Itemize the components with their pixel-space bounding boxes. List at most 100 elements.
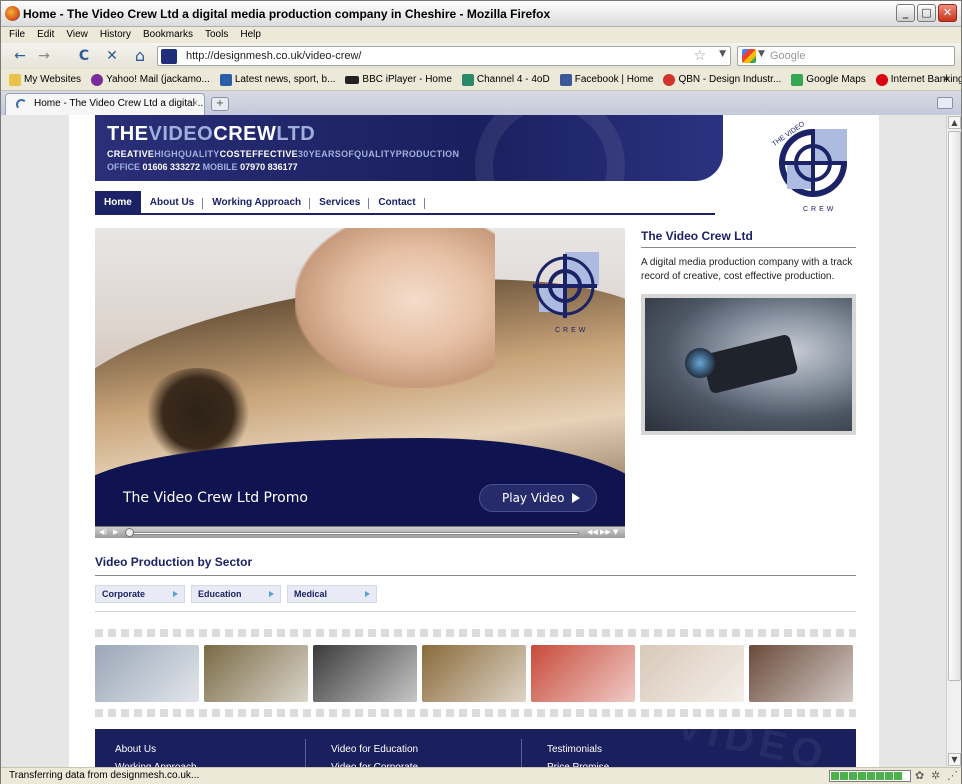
- footer-divider: [305, 739, 306, 767]
- search-box[interactable]: ▼ Google: [737, 46, 955, 66]
- bookmark-item[interactable]: My Websites: [9, 73, 81, 86]
- nav-services[interactable]: Services: [310, 191, 370, 213]
- footer-link-about[interactable]: About Us: [115, 741, 315, 759]
- bookmark-item[interactable]: Facebook | Home: [559, 73, 653, 86]
- bookmarks-overflow-button[interactable]: »: [943, 73, 949, 84]
- menu-edit[interactable]: Edit: [37, 27, 54, 43]
- new-tab-button[interactable]: +: [211, 97, 229, 111]
- nav-contact[interactable]: Contact: [369, 191, 425, 213]
- menu-bookmarks[interactable]: Bookmarks: [143, 27, 193, 43]
- home-button[interactable]: ⌂: [129, 46, 151, 66]
- url-text[interactable]: http://designmesh.co.uk/video-crew/: [186, 50, 361, 62]
- loading-spinner-icon: [16, 99, 27, 110]
- camera-shape: [701, 333, 799, 395]
- bookmark-item[interactable]: Channel 4 - 4oD: [461, 73, 550, 86]
- frame-clapper[interactable]: [640, 645, 744, 702]
- window-title: Home - The Video Crew Ltd a digital medi…: [23, 7, 551, 21]
- channel4-icon: [461, 73, 474, 86]
- qbn-icon: [663, 73, 676, 86]
- frame-puppet[interactable]: [531, 645, 635, 702]
- back-button[interactable]: ←: [9, 46, 31, 66]
- hero-tree-image: [143, 368, 253, 458]
- nav-working-approach[interactable]: Working Approach: [203, 191, 311, 213]
- site-tagline: CREATIVEHIGHQUALITYCOSTEFFECTIVE30YEARSO…: [107, 149, 460, 159]
- nav-home[interactable]: Home: [95, 191, 141, 213]
- reload-button[interactable]: C: [73, 46, 95, 66]
- resize-grip-icon[interactable]: ⋰: [947, 770, 960, 782]
- bookmark-item[interactable]: BBC iPlayer - Home: [345, 74, 452, 85]
- load-progress-bar: [829, 770, 911, 782]
- footer-link-testimonials[interactable]: Testimonials: [547, 741, 747, 759]
- frame-outdoor[interactable]: [749, 645, 853, 702]
- seek-handle[interactable]: [125, 528, 134, 537]
- play-video-button[interactable]: Play Video: [479, 484, 597, 512]
- menu-file[interactable]: File: [9, 27, 25, 43]
- frame-camera[interactable]: [313, 645, 417, 702]
- minimize-button[interactable]: _: [896, 4, 915, 22]
- forward-icon[interactable]: ▶▶: [600, 527, 611, 538]
- page-viewport[interactable]: THEVIDEOCREWLTD CREATIVEHIGHQUALITYCOSTE…: [1, 115, 946, 767]
- firebug-icon[interactable]: ✲: [931, 770, 944, 782]
- menu-help[interactable]: Help: [240, 27, 261, 43]
- forward-button[interactable]: →: [33, 46, 55, 66]
- site-footer: VIDEO About Us Working Approach Video fo…: [95, 729, 856, 767]
- bookmarks-toolbar: My Websites Yahoo! Mail (jackamo... Late…: [1, 69, 961, 91]
- filmstrip: [95, 629, 856, 717]
- menu-icon[interactable]: ▼: [613, 527, 618, 538]
- maximize-button[interactable]: □: [917, 4, 936, 22]
- hsbc-icon: [875, 73, 888, 86]
- google-icon[interactable]: [742, 49, 756, 63]
- menu-history[interactable]: History: [100, 27, 131, 43]
- video-controls[interactable]: ◀) ▶ ◀◀ ▶▶ ▼: [95, 526, 625, 538]
- bookmark-item[interactable]: Yahoo! Mail (jackamo...: [91, 73, 210, 86]
- stop-button[interactable]: ✕: [101, 46, 123, 66]
- tab-home[interactable]: Home - The Video Crew Ltd a digital ... …: [5, 93, 205, 115]
- promo-video[interactable]: CREW The Video Crew Ltd Promo Play Video: [95, 228, 625, 538]
- sector-corporate[interactable]: Corporate: [95, 585, 185, 603]
- footer-link-working-approach[interactable]: Working Approach: [115, 759, 315, 767]
- bookmark-item[interactable]: Google Maps: [791, 73, 866, 86]
- title-bar[interactable]: Home - The Video Crew Ltd a digital medi…: [1, 1, 961, 27]
- addon-icon[interactable]: ✿: [915, 770, 928, 782]
- footer-link-education[interactable]: Video for Education: [331, 741, 531, 759]
- scroll-up-button[interactable]: ▲: [948, 116, 961, 129]
- sector-education[interactable]: Education: [191, 585, 281, 603]
- frame-interview[interactable]: [204, 645, 308, 702]
- contact-numbers: OFFICE 01606 333272 MOBILE 07970 836177: [107, 162, 298, 172]
- seek-track[interactable]: [133, 532, 579, 535]
- promo-caption: The Video Crew Ltd Promo: [123, 490, 308, 506]
- bookmark-star-icon[interactable]: ☆: [693, 48, 706, 64]
- site-brand[interactable]: THEVIDEOCREWLTD: [107, 123, 315, 146]
- tab-close-icon[interactable]: ×: [192, 94, 198, 114]
- search-engine-dropdown-icon[interactable]: ▼: [758, 49, 765, 59]
- play-icon[interactable]: ▶: [113, 527, 118, 538]
- divider: [95, 611, 856, 612]
- menu-tools[interactable]: Tools: [205, 27, 228, 43]
- page: THEVIDEOCREWLTD CREATIVEHIGHQUALITYCOSTE…: [69, 115, 879, 767]
- search-input[interactable]: Google: [770, 50, 805, 62]
- site-header: THEVIDEOCREWLTD CREATIVEHIGHQUALITYCOSTE…: [95, 115, 723, 181]
- status-text: Transferring data from designmesh.co.uk.…: [9, 770, 200, 781]
- tab-list-button[interactable]: [937, 97, 953, 109]
- scroll-down-button[interactable]: ▼: [948, 753, 961, 766]
- footer-link-price-promise[interactable]: Price Promise: [547, 759, 747, 767]
- volume-icon[interactable]: ◀): [99, 527, 107, 538]
- bookmark-item[interactable]: Latest news, sport, b...: [219, 73, 335, 86]
- close-button[interactable]: ✕: [938, 4, 957, 22]
- browser-window: Home - The Video Crew Ltd a digital medi…: [0, 0, 962, 784]
- frame-crew[interactable]: [422, 645, 526, 702]
- frame-presenter[interactable]: [95, 645, 199, 702]
- scroll-thumb[interactable]: [948, 131, 961, 681]
- nav-about[interactable]: About Us: [141, 191, 204, 213]
- yahoo-icon: [91, 73, 104, 86]
- sector-medical[interactable]: Medical: [287, 585, 377, 603]
- url-dropdown-icon[interactable]: ▼: [719, 49, 726, 59]
- vertical-scrollbar[interactable]: ▲ ▼: [946, 115, 961, 767]
- video-crew-logo[interactable]: THE VIDEO CREW: [769, 119, 863, 215]
- svg-text:CREW: CREW: [555, 327, 588, 334]
- bookmark-item[interactable]: QBN - Design Industr...: [663, 73, 781, 86]
- menu-view[interactable]: View: [66, 27, 88, 43]
- rewind-icon[interactable]: ◀◀: [587, 527, 598, 538]
- footer-link-corporate[interactable]: Video for Corporate: [331, 759, 531, 767]
- url-bar[interactable]: http://designmesh.co.uk/video-crew/ ☆ ▼: [157, 46, 731, 66]
